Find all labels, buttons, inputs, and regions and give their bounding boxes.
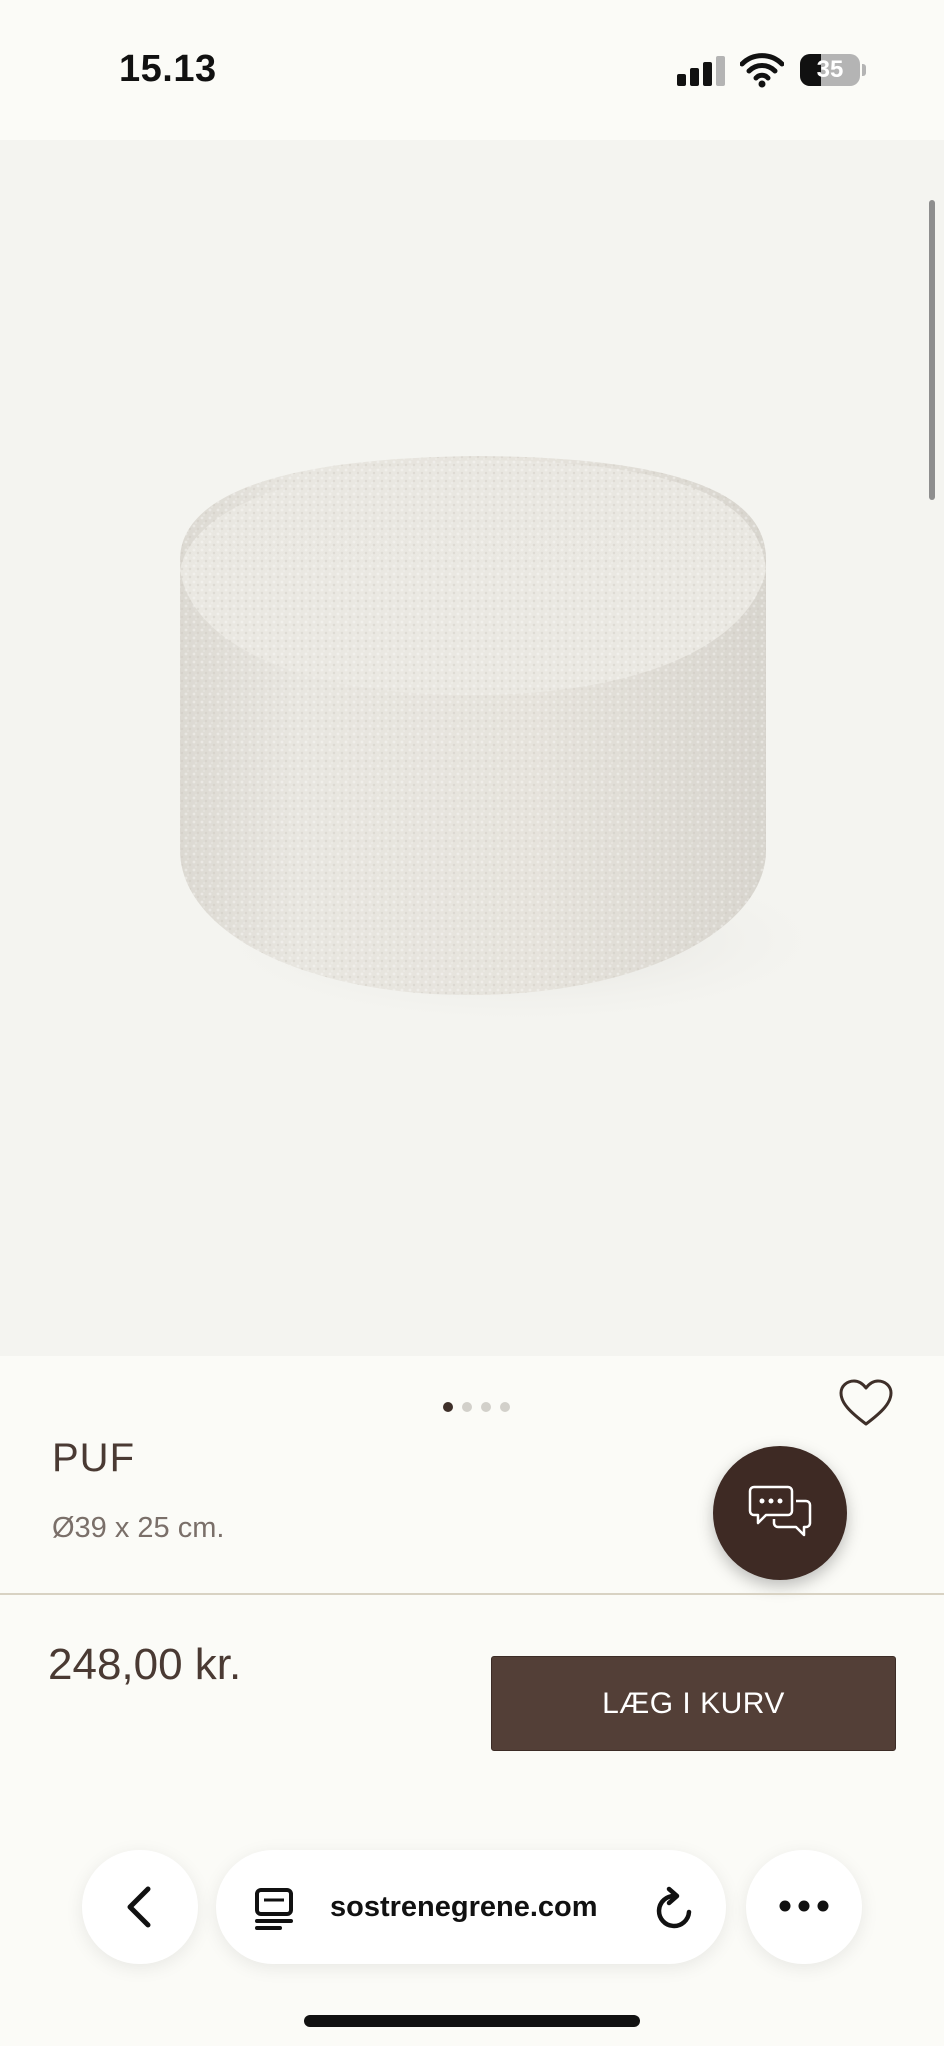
chat-button[interactable]	[713, 1446, 847, 1580]
ottoman-pouf-image	[180, 456, 850, 1030]
product-page: 15.13 35 PUF Ø39 x 25 cm. 248,00 kr. LÆG…	[0, 0, 944, 2046]
cellular-signal-icon	[677, 56, 725, 86]
carousel-dot[interactable]	[500, 1402, 510, 1412]
url-text[interactable]: sostrenegrene.com	[330, 1850, 670, 1964]
battery-level: 35	[816, 56, 844, 83]
chat-bubbles-icon	[748, 1485, 812, 1537]
reload-icon[interactable]	[653, 1886, 697, 1932]
section-divider	[0, 1593, 944, 1595]
address-bar[interactable]: sostrenegrene.com	[216, 1850, 726, 1964]
battery-icon: 35	[800, 54, 866, 86]
status-bar: 15.13 35	[0, 0, 944, 140]
chevron-left-icon	[127, 1886, 151, 1928]
product-price: 248,00 kr.	[48, 1640, 242, 1689]
carousel-dot[interactable]	[481, 1402, 491, 1412]
product-dimensions: Ø39 x 25 cm.	[52, 1512, 225, 1544]
favorite-button[interactable]	[838, 1378, 894, 1428]
page-tabs-icon[interactable]	[254, 1887, 294, 1931]
image-carousel-dots[interactable]	[443, 1402, 510, 1412]
product-image[interactable]	[0, 140, 944, 1356]
more-button[interactable]	[746, 1850, 862, 1964]
wifi-icon	[740, 53, 784, 88]
page-scrollbar[interactable]	[929, 200, 935, 500]
product-title: PUF	[52, 1436, 135, 1480]
browser-toolbar: sostrenegrene.com	[0, 1846, 944, 1966]
back-button[interactable]	[82, 1850, 198, 1964]
more-dots-icon	[779, 1900, 829, 1912]
heart-outline-icon	[839, 1379, 893, 1426]
carousel-dot[interactable]	[462, 1402, 472, 1412]
add-to-cart-button[interactable]: LÆG I KURV	[491, 1656, 896, 1751]
carousel-dot[interactable]	[443, 1402, 453, 1412]
status-time: 15.13	[119, 48, 217, 90]
home-indicator[interactable]	[304, 2015, 640, 2027]
